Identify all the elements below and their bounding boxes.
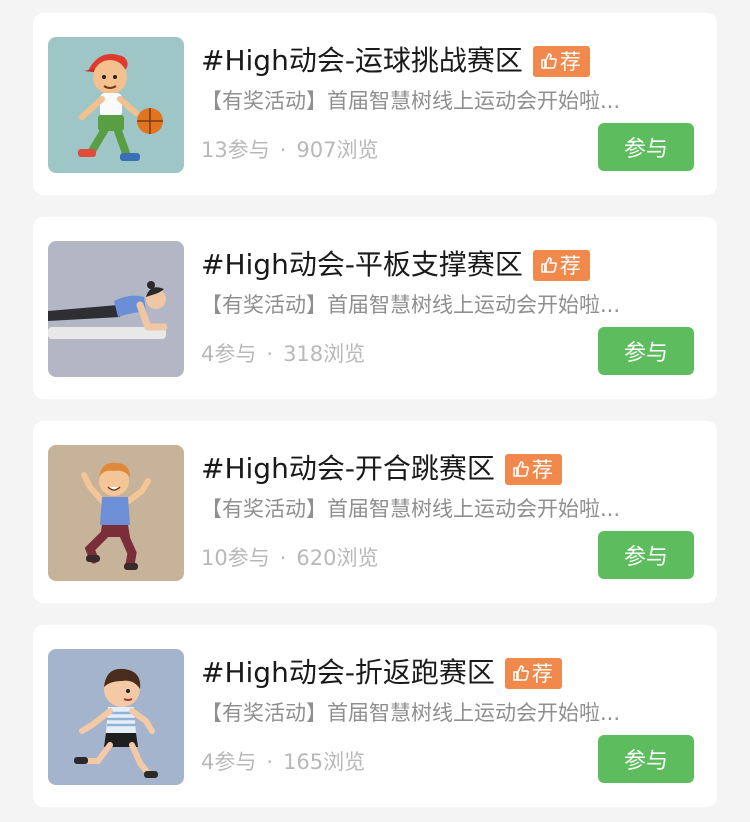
join-button[interactable]: 参与 — [598, 531, 694, 579]
activity-card[interactable]: #High动会-折返跑赛区 荐 【有奖活动】首届智慧树线上运动会开始啦... 4… — [33, 625, 717, 807]
activity-title: #High动会-平板支撑赛区 — [201, 248, 523, 281]
view-count: 907浏览 — [296, 138, 379, 162]
activity-description: 【有奖活动】首届智慧树线上运动会开始啦... — [201, 89, 621, 113]
badge-label: 荐 — [559, 254, 581, 278]
recommended-badge: 荐 — [504, 657, 562, 689]
participant-count: 4参与 — [201, 342, 257, 366]
activity-description: 【有奖活动】首届智慧树线上运动会开始啦... — [201, 701, 621, 725]
participant-count: 10参与 — [201, 546, 270, 570]
activity-stats: 10参与 · 620浏览 — [201, 543, 379, 573]
activity-card[interactable]: #High动会-平板支撑赛区 荐 【有奖活动】首届智慧树线上运动会开始啦... … — [33, 217, 717, 399]
join-button[interactable]: 参与 — [598, 735, 694, 783]
activity-title: #High动会-运球挑战赛区 — [201, 44, 523, 77]
view-count: 165浏览 — [283, 750, 366, 774]
thumbs-up-icon — [541, 53, 557, 69]
activity-stats: 4参与 · 165浏览 — [201, 747, 365, 777]
view-count: 318浏览 — [283, 342, 366, 366]
activity-card[interactable]: #High动会-运球挑战赛区 荐 【有奖活动】首届智慧树线上运动会开始啦... … — [33, 13, 717, 195]
activity-thumbnail[interactable] — [48, 241, 184, 377]
join-button[interactable]: 参与 — [598, 123, 694, 171]
activity-thumbnail[interactable] — [48, 445, 184, 581]
activity-description: 【有奖活动】首届智慧树线上运动会开始啦... — [201, 293, 621, 317]
thumbs-up-icon — [513, 665, 529, 681]
stats-separator: · — [279, 546, 287, 570]
activity-card[interactable]: #High动会-开合跳赛区 荐 【有奖活动】首届智慧树线上运动会开始啦... 1… — [33, 421, 717, 603]
activity-thumbnail[interactable] — [48, 649, 184, 785]
basketball-boy-illustration — [48, 37, 184, 173]
activity-stats: 13参与 · 907浏览 — [201, 135, 379, 165]
join-button[interactable]: 参与 — [598, 327, 694, 375]
thumbs-up-icon — [513, 461, 529, 477]
stats-separator: · — [266, 750, 274, 774]
badge-label: 荐 — [531, 662, 553, 686]
plank-woman-illustration — [48, 241, 184, 377]
activity-title: #High动会-开合跳赛区 — [201, 452, 495, 485]
stats-separator: · — [266, 342, 274, 366]
stats-separator: · — [279, 138, 287, 162]
badge-label: 荐 — [531, 458, 553, 482]
recommended-badge: 荐 — [504, 453, 562, 485]
jumping-jack-boy-illustration — [48, 445, 184, 581]
running-boy-illustration — [48, 649, 184, 785]
activity-title: #High动会-折返跑赛区 — [201, 656, 495, 689]
activity-thumbnail[interactable] — [48, 37, 184, 173]
badge-label: 荐 — [559, 50, 581, 74]
recommended-badge: 荐 — [532, 45, 590, 77]
activity-stats: 4参与 · 318浏览 — [201, 339, 365, 369]
view-count: 620浏览 — [296, 546, 379, 570]
thumbs-up-icon — [541, 257, 557, 273]
participant-count: 4参与 — [201, 750, 257, 774]
participant-count: 13参与 — [201, 138, 270, 162]
recommended-badge: 荐 — [532, 249, 590, 281]
activity-description: 【有奖活动】首届智慧树线上运动会开始啦... — [201, 497, 621, 521]
